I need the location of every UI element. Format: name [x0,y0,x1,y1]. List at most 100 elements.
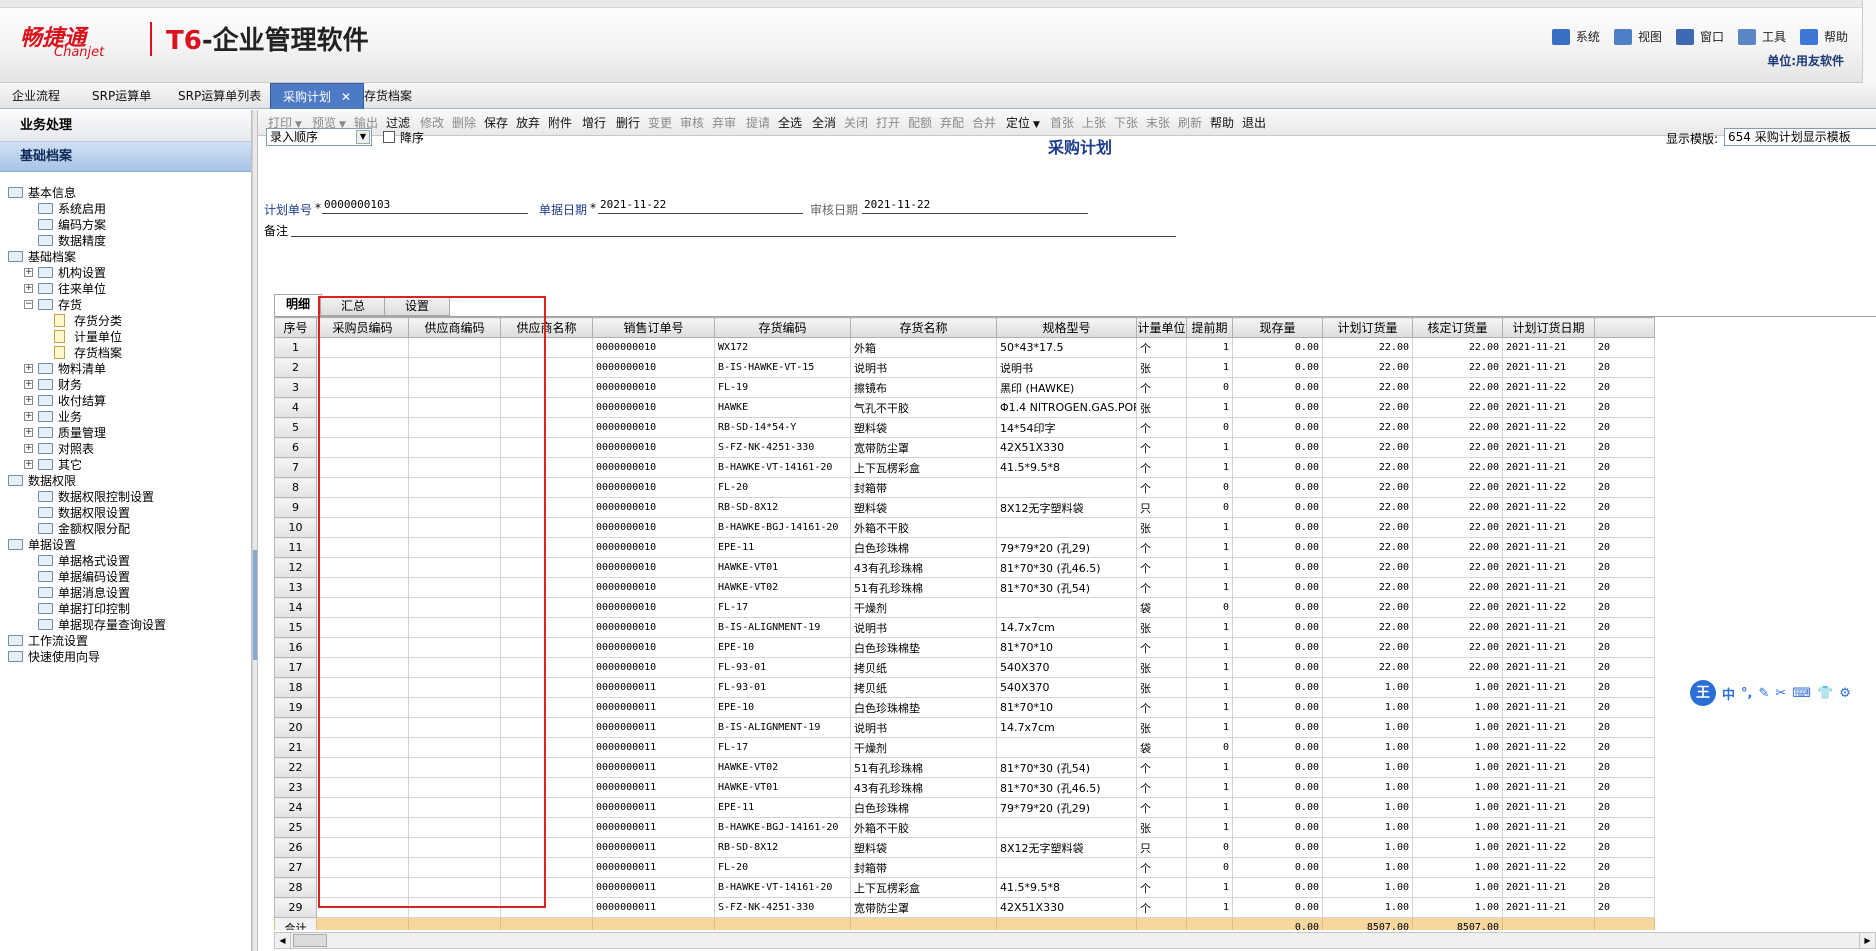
view-grid-icon[interactable] [1613,28,1632,45]
table-cell[interactable]: 0 [1186,837,1233,858]
ime-item[interactable]: 中 [1722,684,1735,703]
table-cell[interactable]: 14*54印字 [996,417,1137,438]
table-cell[interactable]: HAWKE [714,397,851,418]
table-cell[interactable]: 22.00 [1412,457,1503,478]
table-cell[interactable] [996,517,1137,538]
table-cell[interactable]: 1 [1186,817,1233,838]
table-cell[interactable]: 20 [1594,757,1655,778]
table-cell[interactable]: 51有孔珍珠棉 [850,757,997,778]
table-cell[interactable]: FL-20 [714,857,851,878]
table-cell[interactable]: 0 [1186,497,1233,518]
table-cell[interactable]: 1 [1186,677,1233,698]
table-cell[interactable]: 个 [1136,777,1187,798]
expand-icon[interactable]: + [24,460,33,469]
table-cell[interactable]: 20 [1594,377,1655,398]
subtab-0[interactable]: 明细 [274,294,322,316]
table-cell[interactable]: 22.00 [1322,497,1413,518]
table-cell[interactable]: 540X370 [996,677,1137,698]
tree-item[interactable]: −单据设置 [6,537,250,553]
table-cell[interactable]: 1.00 [1412,877,1503,898]
table-cell[interactable] [316,477,409,498]
tree-item[interactable]: 数据权限设置 [6,505,250,521]
tools-icon[interactable] [1737,28,1756,45]
column-header[interactable]: 计划订货日期 [1502,317,1595,338]
table-row[interactable]: 7 0000000010 B-HAWKE-VT-14161-20 上下瓦楞彩盒 41.5… [274,457,1655,478]
table-cell[interactable]: 22.00 [1322,637,1413,658]
table-cell[interactable]: 0.00 [1232,557,1323,578]
table-cell[interactable]: 20 [1594,597,1655,618]
table-cell[interactable] [408,717,501,738]
table-cell[interactable]: 22.00 [1412,537,1503,558]
table-cell[interactable]: 22.00 [1412,557,1503,578]
toolbar-button-10[interactable]: 删行 [616,110,640,136]
table-cell[interactable]: 1.00 [1322,857,1413,878]
toolbar-button-5[interactable]: 删除 [452,110,476,136]
tree-item[interactable]: 单据格式设置 [6,553,250,569]
table-cell[interactable]: 22.00 [1412,637,1503,658]
scroll-thumb[interactable] [293,934,327,947]
table-row[interactable]: 18 0000000011 FL-93-01 拷贝纸 540X370 张 1 0.00 1.00… [274,677,1655,698]
tree-item[interactable]: + 财务 [6,377,250,393]
table-cell[interactable]: 0 [1186,597,1233,618]
toolbar-button-17[interactable]: 关闭 [844,110,868,136]
table-cell[interactable]: 张 [1136,517,1187,538]
toolbar-button-29[interactable]: 退出 [1242,110,1266,136]
table-cell[interactable]: 0.00 [1232,797,1323,818]
table-cell[interactable]: 20 [1594,877,1655,898]
table-cell[interactable]: 0.00 [1232,397,1323,418]
remark-field[interactable] [291,221,1176,237]
toolbar-button-25[interactable]: 下张 [1114,110,1138,136]
table-cell[interactable] [408,797,501,818]
table-cell[interactable]: 0000000011 [592,857,715,878]
table-cell[interactable] [500,897,593,918]
table-cell[interactable]: 1.00 [1412,757,1503,778]
table-cell[interactable] [500,697,593,718]
toolbar-button-20[interactable]: 弃配 [940,110,964,136]
table-cell[interactable] [316,417,409,438]
table-cell[interactable]: 22.00 [1412,617,1503,638]
table-cell[interactable]: 81*70*30 (孔54) [996,577,1137,598]
table-cell[interactable]: 22.00 [1322,457,1413,478]
table-cell[interactable]: 0.00 [1232,337,1323,358]
table-cell[interactable]: 0000000010 [592,657,715,678]
ime-toolbar[interactable]: 王中 °, ✎ ✂ ⌨ 👕 ⚙ [1690,680,1876,706]
table-cell[interactable]: 22.00 [1322,597,1413,618]
table-cell[interactable]: 51有孔珍珠棉 [850,577,997,598]
table-cell[interactable]: 0.00 [1232,437,1323,458]
table-cell[interactable]: 个 [1136,557,1187,578]
tab-0[interactable]: 企业流程 [0,83,72,109]
table-cell[interactable]: RB-SD-14*54-Y [714,417,851,438]
table-cell[interactable]: 22.00 [1322,657,1413,678]
table-cell[interactable] [408,777,501,798]
table-row[interactable]: 21 0000000011 FL-17 干燥剂袋 0 0.00 1.00 1.00 2021-1… [274,737,1655,758]
table-cell[interactable]: 0000000010 [592,617,715,638]
table-cell[interactable]: 22.00 [1322,417,1413,438]
table-cell[interactable]: 20 [1594,677,1655,698]
column-header[interactable] [1594,317,1655,338]
table-cell[interactable] [500,417,593,438]
table-cell[interactable]: 2021-11-21 [1502,797,1595,818]
table-cell[interactable]: 0000000011 [592,777,715,798]
table-row[interactable]: 27 0000000011 FL-20 封箱带个 0 0.00 1.00 1.00 2021-1… [274,857,1655,878]
table-cell[interactable]: 外箱不干胶 [850,817,997,838]
menu-2[interactable]: 窗口 [1675,28,1724,45]
table-cell[interactable] [408,637,501,658]
table-cell[interactable]: 擦镜布 [850,377,997,398]
table-cell[interactable] [408,817,501,838]
table-cell[interactable]: 个 [1136,797,1187,818]
table-row[interactable]: 9 0000000010 RB-SD-8X12 塑料袋 8X12无字塑料袋只 0 0.00 2… [274,497,1655,518]
table-cell[interactable]: 塑料袋 [850,497,997,518]
table-cell[interactable]: 封箱带 [850,477,997,498]
table-cell[interactable]: 0000000010 [592,537,715,558]
table-cell[interactable]: 1.00 [1412,797,1503,818]
tab-3[interactable]: 采购计划 ✕ [270,83,365,109]
tree-item[interactable]: 金额权限分配 [6,521,250,537]
table-cell[interactable]: 2021-11-21 [1502,557,1595,578]
table-cell[interactable]: 个 [1136,637,1187,658]
table-cell[interactable] [316,617,409,638]
table-cell[interactable] [316,337,409,358]
table-cell[interactable]: 22.00 [1322,337,1413,358]
scroll-right-icon[interactable]: ▶ [1859,933,1875,948]
table-cell[interactable]: 2021-11-21 [1502,657,1595,678]
table-cell[interactable]: 22.00 [1412,497,1503,518]
